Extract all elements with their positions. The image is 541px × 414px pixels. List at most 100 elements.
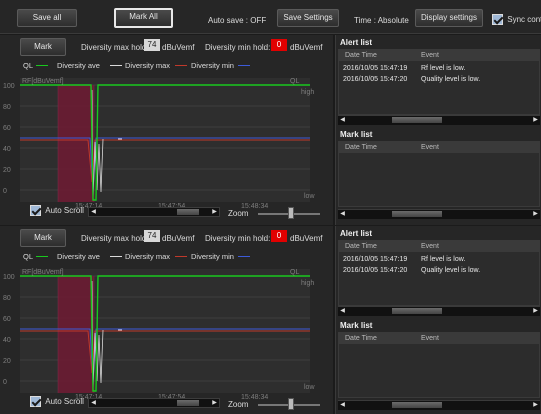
zoom-handle[interactable]	[288, 398, 294, 410]
alert-col-event: Event	[421, 243, 439, 250]
time-scrollbar[interactable]: ◀ ▶	[88, 398, 220, 408]
mark-list-scrollbar[interactable]: ◀ ▶	[338, 209, 540, 219]
y-tick: 40	[3, 146, 11, 153]
sync-control[interactable]: Sync cont	[492, 14, 541, 28]
scroll-right-icon[interactable]: ▶	[210, 208, 219, 216]
diversity-min-unit: dBuVemf	[290, 43, 323, 52]
legend-ql-line	[36, 256, 48, 257]
chart-legend: QL Diversity ave Diversity max Diversity…	[0, 61, 333, 71]
legend-max-label: Diversity max	[125, 61, 171, 70]
scroll-left-icon[interactable]: ◀	[338, 401, 347, 409]
diversity-min-unit: dBuVemf	[290, 234, 323, 243]
rf-level-chart: RF[dBuVemf] QL high low 100 80 60 40 20 …	[0, 263, 333, 413]
mark-col-event: Event	[421, 335, 439, 342]
display-settings-button[interactable]: Display settings	[415, 9, 483, 27]
sync-checkbox[interactable]	[492, 14, 503, 25]
mark-button[interactable]: Mark	[20, 229, 66, 247]
auto-scroll-control[interactable]: Auto Scroll	[30, 205, 84, 219]
mark-list-scrollbar[interactable]: ◀ ▶	[338, 400, 540, 410]
zoom-label: Zoom	[228, 209, 249, 218]
alert-list-title: Alert list	[340, 38, 373, 47]
alert-list[interactable]: Date Time Event 2016/10/05 15:47:19 Rf l…	[338, 49, 540, 115]
scroll-thumb[interactable]	[177, 209, 199, 215]
scroll-left-icon[interactable]: ◀	[89, 208, 98, 216]
rf-chart-svg: RF[dBuVemf] QL high low 100 80 60 40 20 …	[3, 269, 315, 401]
side-lists: Alert list Date Time Event 2016/10/05 15…	[335, 226, 541, 414]
auto-scroll-control[interactable]: Auto Scroll	[30, 396, 84, 410]
y-tick: 0	[3, 188, 7, 195]
alert-list-scrollbar[interactable]: ◀ ▶	[338, 115, 540, 125]
rf-chart-svg: RF[dBuVemf] QL high low 100 80 60 40 20 …	[3, 78, 315, 210]
legend-max-label: Diversity max	[125, 252, 171, 261]
scroll-left-icon[interactable]: ◀	[89, 399, 98, 407]
scroll-right-icon[interactable]: ▶	[531, 307, 540, 315]
diversity-min-hold-label: Diversity min hold:	[205, 43, 271, 52]
zoom-handle[interactable]	[288, 207, 294, 219]
alert-time: 2016/10/05 15:47:20	[343, 267, 408, 274]
legend-ave-label: Diversity ave	[57, 61, 100, 70]
mark-col-event: Event	[421, 144, 439, 151]
alert-list[interactable]: Date Time Event 2016/10/05 15:47:19 Rf l…	[338, 240, 540, 306]
chart-legend: QL Diversity ave Diversity max Diversity…	[0, 252, 333, 262]
scroll-thumb[interactable]	[392, 308, 442, 314]
scroll-thumb[interactable]	[392, 211, 442, 217]
mark-all-button[interactable]: Mark All	[114, 8, 173, 28]
legend-min-label: Diversity min	[191, 61, 234, 70]
alert-row[interactable]: 2016/10/05 15:47:20 Quality level is low…	[339, 75, 539, 85]
scroll-right-icon[interactable]: ▶	[531, 116, 540, 124]
y-tick: 80	[3, 295, 11, 302]
scroll-thumb[interactable]	[177, 400, 199, 406]
y-tick: 80	[3, 104, 11, 111]
ql-high-label: high	[301, 89, 314, 96]
scroll-left-icon[interactable]: ◀	[338, 116, 347, 124]
alert-time: 2016/10/05 15:47:19	[343, 256, 408, 263]
scroll-left-icon[interactable]: ◀	[338, 210, 347, 218]
diversity-min-hold-label: Diversity min hold:	[205, 234, 271, 243]
legend-max-line	[175, 256, 187, 257]
alert-row[interactable]: 2016/10/05 15:47:19 Rf level is low.	[339, 255, 539, 265]
mark-list-header: Date Time Event	[339, 142, 539, 153]
alert-list-title: Alert list	[340, 229, 373, 238]
y-tick: 0	[3, 379, 7, 386]
rf-level-chart: RF[dBuVemf] QL high low 100 80 60 40 20 …	[0, 72, 333, 222]
monitor-panel: Mark Diversity max hold: 74 dBuVemf Dive…	[0, 35, 541, 225]
legend-min-line	[238, 65, 250, 66]
rf-axis-label: RF[dBuVemf]	[22, 78, 64, 85]
scroll-right-icon[interactable]: ▶	[210, 399, 219, 407]
monitor-panel: Mark Diversity max hold: 74 dBuVemf Dive…	[0, 226, 541, 414]
save-all-button[interactable]: Save all	[17, 9, 77, 27]
scroll-right-icon[interactable]: ▶	[531, 401, 540, 409]
rf-axis-label: RF[dBuVemf]	[22, 269, 64, 276]
legend-ql-label: QL	[23, 252, 34, 261]
legend-ql-label: QL	[23, 61, 34, 70]
diversity-max-hold-label: Diversity max hold:	[81, 43, 149, 52]
alert-event: Rf level is low.	[421, 256, 466, 263]
save-settings-button[interactable]: Save Settings	[277, 9, 339, 27]
scroll-right-icon[interactable]: ▶	[531, 210, 540, 218]
alert-row[interactable]: 2016/10/05 15:47:19 Rf level is low.	[339, 64, 539, 74]
scroll-thumb[interactable]	[392, 402, 442, 408]
diversity-max-hold-value: 74	[144, 230, 160, 242]
scroll-left-icon[interactable]: ◀	[338, 307, 347, 315]
alert-col-datetime: Date Time	[345, 52, 377, 59]
mark-list[interactable]: Date Time Event	[338, 332, 540, 398]
mark-button[interactable]: Mark	[20, 38, 66, 56]
ql-axis-label: QL	[290, 78, 299, 85]
alert-list-scrollbar[interactable]: ◀ ▶	[338, 306, 540, 316]
ql-low-label: low	[304, 193, 315, 200]
alert-col-datetime: Date Time	[345, 243, 377, 250]
alert-row[interactable]: 2016/10/05 15:47:20 Quality level is low…	[339, 266, 539, 276]
auto-scroll-checkbox[interactable]	[30, 205, 41, 216]
y-tick: 100	[3, 83, 15, 90]
diversity-min-hold-value: 0	[271, 230, 287, 242]
auto-save-status: Auto save : OFF	[208, 16, 267, 25]
zoom-label: Zoom	[228, 400, 249, 409]
time-scrollbar[interactable]: ◀ ▶	[88, 207, 220, 217]
auto-scroll-checkbox[interactable]	[30, 396, 41, 407]
mark-list[interactable]: Date Time Event	[338, 141, 540, 207]
legend-ave-line	[110, 65, 122, 66]
alert-time: 2016/10/05 15:47:20	[343, 76, 408, 83]
scroll-thumb[interactable]	[392, 117, 442, 123]
y-tick: 20	[3, 167, 11, 174]
ql-high-label: high	[301, 280, 314, 287]
